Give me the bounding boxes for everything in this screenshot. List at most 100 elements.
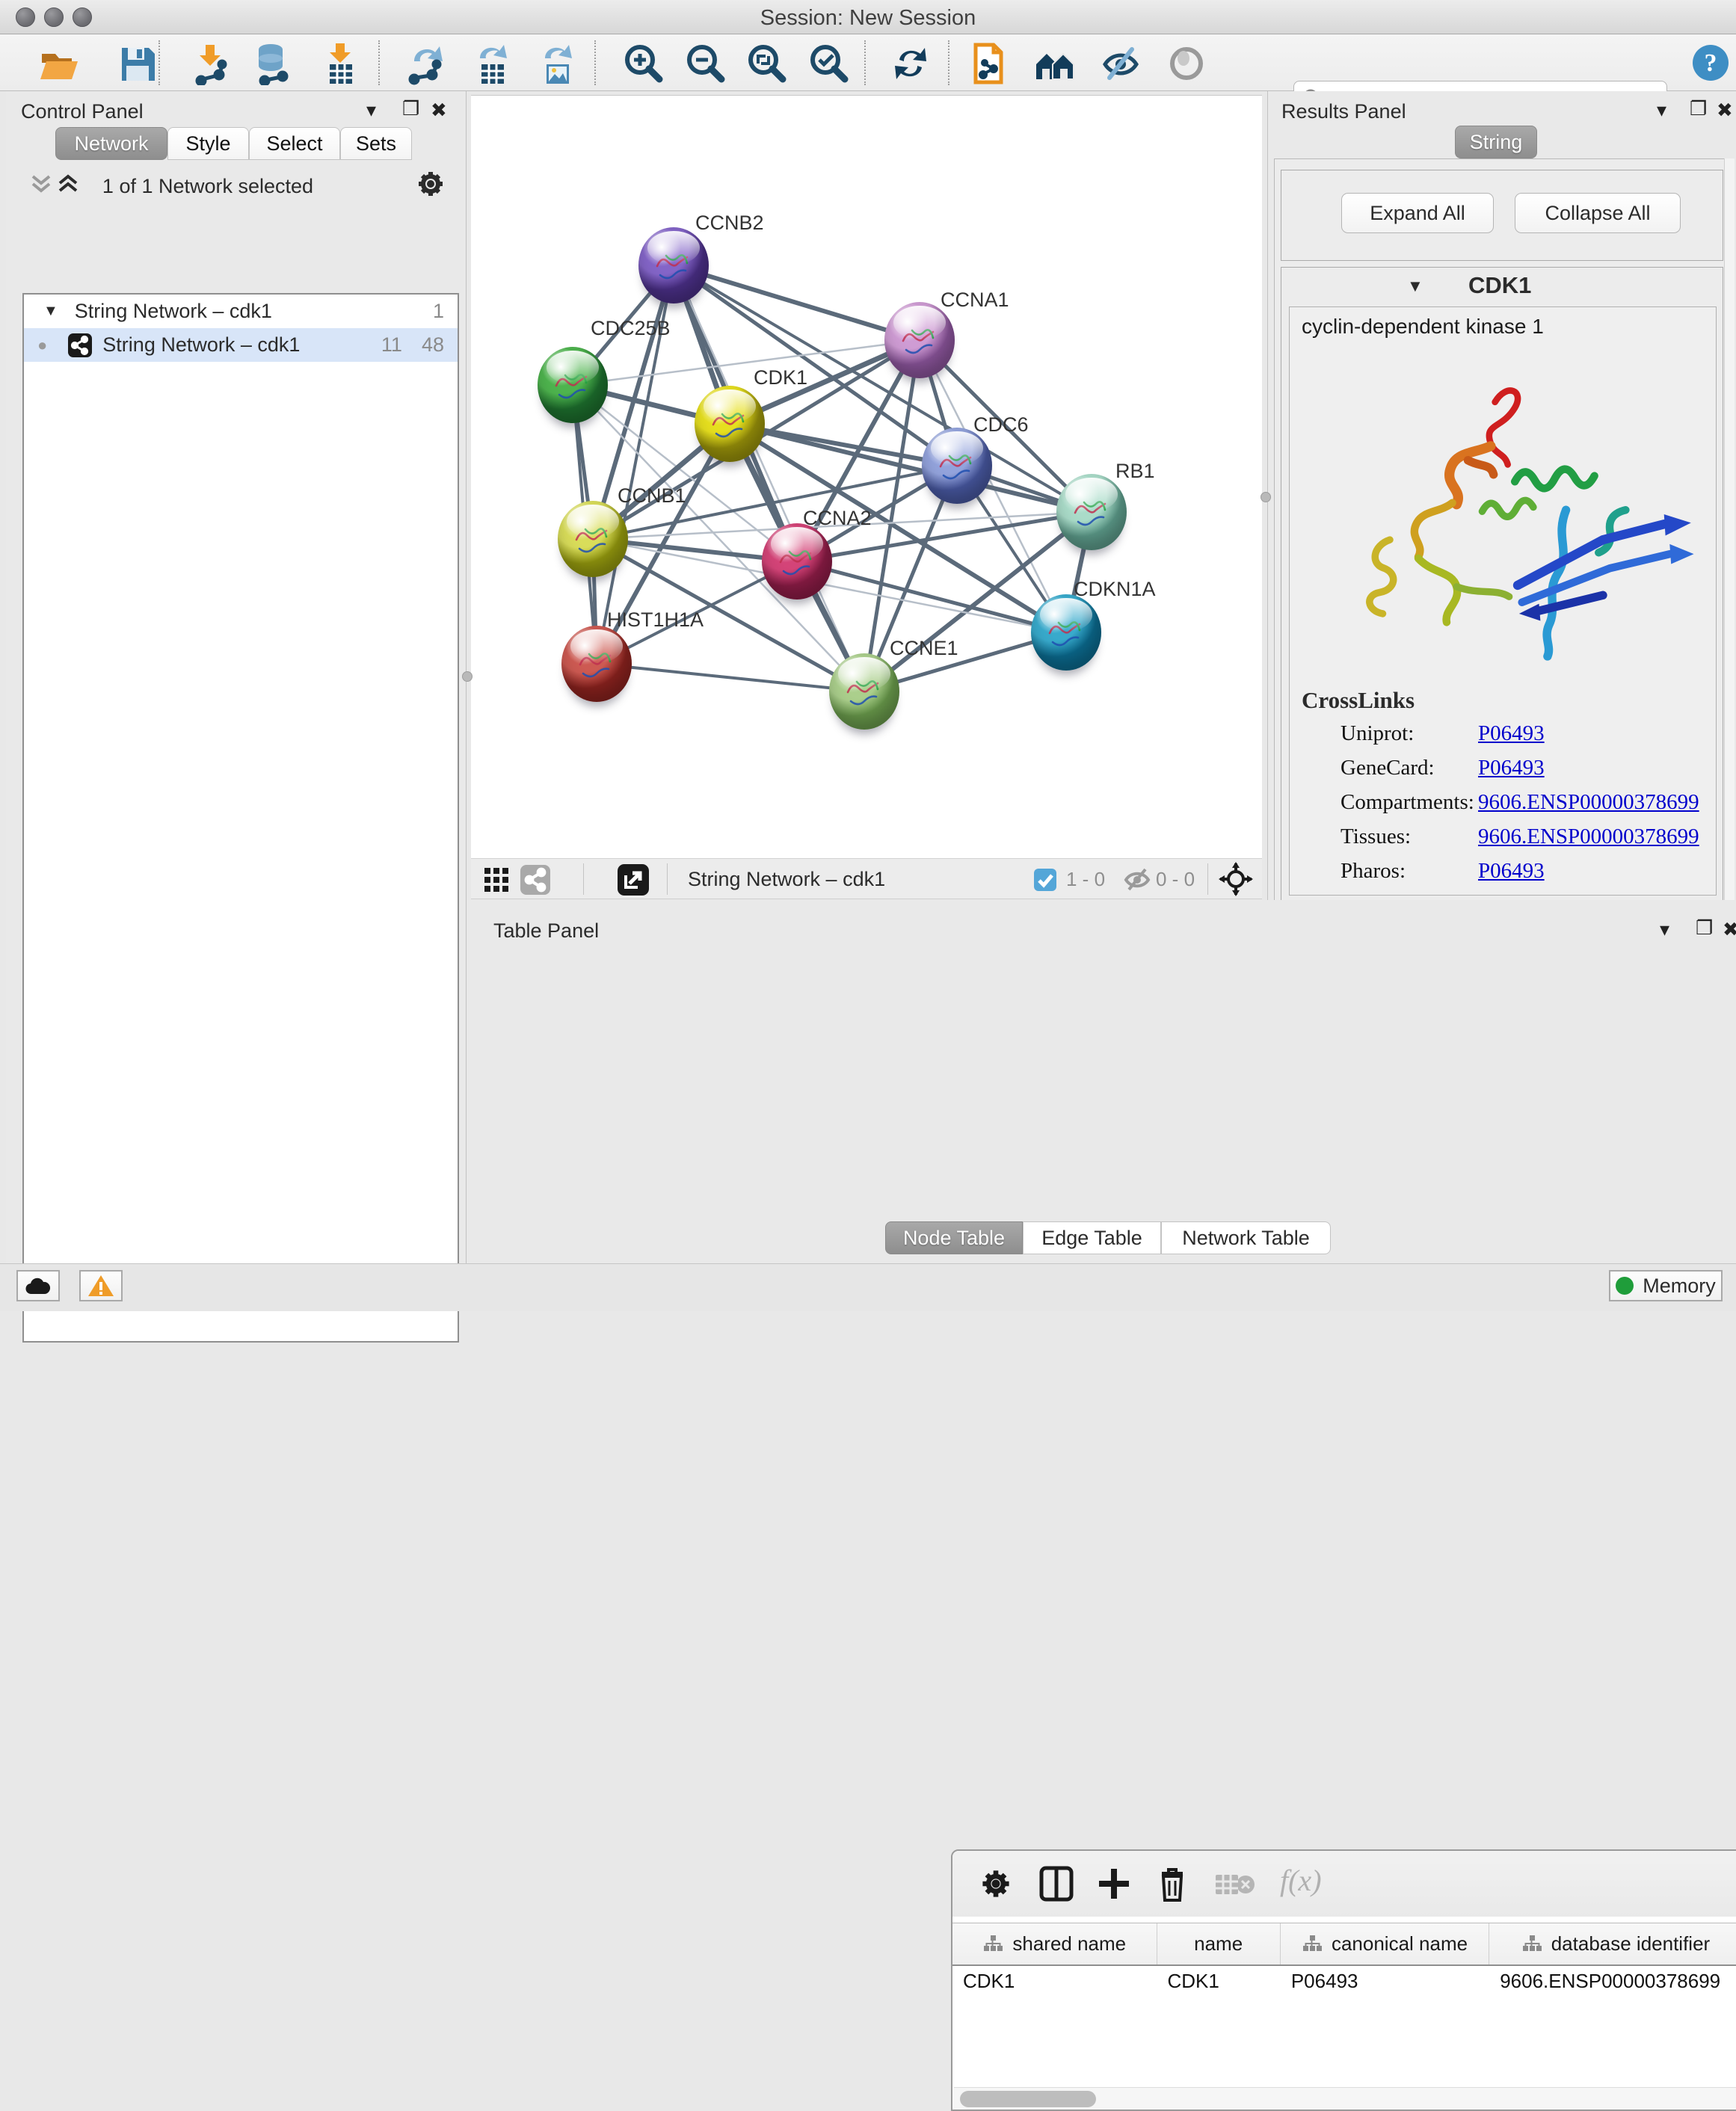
refresh-layout-button[interactable]	[889, 42, 932, 85]
crosslink-link[interactable]: P06493	[1478, 859, 1545, 884]
delete-column-icon[interactable]	[1156, 1864, 1189, 1903]
column-header-shared-name[interactable]: shared name	[952, 1923, 1157, 1964]
import-network-database-button[interactable]	[251, 42, 295, 85]
import-network-file-button[interactable]	[189, 42, 233, 85]
node-CCNA2[interactable]	[762, 523, 832, 600]
cloud-status-button[interactable]	[16, 1270, 60, 1301]
panel-menu-icon[interactable]: ▾	[366, 99, 376, 121]
show-columns-icon[interactable]	[1039, 1866, 1074, 1902]
save-session-button[interactable]	[116, 42, 159, 85]
node-CDK1[interactable]	[695, 386, 765, 462]
memory-ok-dot	[1616, 1277, 1634, 1295]
open-session-button[interactable]	[37, 42, 81, 85]
crosslink-row: Uniprot: P06493	[1290, 721, 1717, 756]
panel-menu-icon[interactable]: ▾	[1660, 918, 1669, 940]
export-image-button[interactable]	[536, 42, 579, 85]
node-CCNB1[interactable]	[558, 501, 628, 577]
fit-crosshair-icon[interactable]	[1219, 862, 1253, 896]
crosslink-link[interactable]: 9606.ENSP00000378699	[1478, 790, 1699, 815]
cell-database-identifier[interactable]: 9606.ENSP00000378699	[1489, 1966, 1736, 1999]
cell-name[interactable]: CDK1	[1157, 1966, 1280, 1999]
crosslink-label: Uniprot:	[1341, 721, 1414, 746]
tab-network-table[interactable]: Network Table	[1161, 1221, 1331, 1254]
export-table-button[interactable]	[471, 42, 514, 85]
node-CDC6[interactable]	[922, 428, 992, 504]
tab-node-table[interactable]: Node Table	[885, 1221, 1023, 1254]
tab-select[interactable]: Select	[249, 127, 340, 160]
table-horizontal-scrollbar[interactable]	[954, 2087, 1736, 2110]
tab-network[interactable]: Network	[55, 127, 167, 160]
cell-shared-name[interactable]: CDK1	[952, 1966, 1157, 1999]
network-view-icon[interactable]	[520, 865, 550, 895]
node-label-CDK1: CDK1	[754, 366, 807, 389]
node-CCNE1[interactable]	[829, 653, 899, 730]
network-view-title: String Network – cdk1	[688, 868, 885, 891]
zoom-fit-button[interactable]	[744, 42, 787, 85]
zoom-in-button[interactable]	[621, 42, 664, 85]
zoom-out-button[interactable]	[683, 42, 726, 85]
column-header-name[interactable]: name	[1157, 1923, 1281, 1964]
show-eye-button[interactable]	[1165, 42, 1208, 85]
edge-CCNB2-CCNA1[interactable]	[674, 265, 920, 340]
panel-menu-icon[interactable]: ▾	[1657, 99, 1666, 121]
tab-style[interactable]: Style	[167, 127, 249, 160]
hscroll-thumb[interactable]	[960, 2091, 1096, 2107]
panel-close-icon[interactable]: ✖	[431, 99, 447, 121]
table-row[interactable]: CDK1CDK1P064939606.ENSP00000378699cyclin…	[952, 1966, 1736, 1999]
file-network-button[interactable]	[967, 42, 1010, 85]
network-tree: ▼ String Network – cdk1 1 ● String Netwo…	[22, 293, 459, 1343]
node-CDKN1A[interactable]	[1031, 594, 1101, 671]
crosslink-label: Pharos:	[1341, 859, 1406, 884]
left-splitter-handle[interactable]	[462, 671, 473, 682]
tab-sets[interactable]: Sets	[340, 127, 412, 160]
protein-structure-image[interactable]	[1305, 357, 1702, 671]
network-options-gear-icon[interactable]	[416, 169, 446, 199]
network-canvas[interactable]: CCNB2CCNA1CDC25BCDK1CDC6RB1CCNB1CCNA2CDK…	[471, 95, 1262, 858]
cell-canonical-name[interactable]: P06493	[1281, 1966, 1489, 1999]
selected-checkbox-icon[interactable]	[1033, 868, 1057, 892]
node-HIST1H1A[interactable]	[561, 626, 632, 702]
memory-status-button[interactable]: Memory	[1609, 1270, 1723, 1301]
panel-float-icon[interactable]: ❐	[1690, 97, 1707, 120]
expand-all-button[interactable]: Expand All	[1341, 193, 1494, 233]
node-RB1[interactable]	[1056, 474, 1127, 550]
node-CCNA1[interactable]	[884, 302, 955, 378]
detach-view-icon[interactable]	[618, 864, 649, 896]
warning-status-button[interactable]	[79, 1270, 123, 1301]
column-header-database-identifier[interactable]: database identifier	[1489, 1923, 1736, 1964]
network-collection-row[interactable]: ▼ String Network – cdk1 1	[24, 295, 458, 328]
results-panel-title: Results Panel	[1281, 100, 1406, 123]
table-options-gear-icon[interactable]	[979, 1867, 1012, 1900]
crosslink-link[interactable]: P06493	[1478, 756, 1545, 780]
add-column-icon[interactable]	[1096, 1866, 1132, 1902]
export-network-button[interactable]	[404, 42, 447, 85]
import-table-button[interactable]	[319, 42, 363, 85]
network-row[interactable]: ● String Network – cdk1 11 48	[24, 328, 458, 362]
panel-float-icon[interactable]: ❐	[1696, 916, 1713, 939]
tab-edge-table[interactable]: Edge Table	[1023, 1221, 1161, 1254]
node-CDC25B[interactable]	[538, 347, 608, 423]
tab-string[interactable]: String	[1455, 126, 1537, 158]
hide-eye-button[interactable]	[1099, 42, 1142, 85]
node-CCNB2[interactable]	[638, 227, 709, 303]
panel-close-icon[interactable]: ✖	[1723, 918, 1736, 940]
table-panel-title: Table Panel	[493, 919, 599, 943]
zoom-selected-button[interactable]	[806, 42, 849, 85]
column-header-canonical-name[interactable]: canonical name	[1281, 1923, 1489, 1964]
right-splitter-handle[interactable]	[1261, 492, 1271, 502]
titlebar: Session: New Session	[0, 0, 1736, 34]
results-vertical-scrollbar[interactable]	[1724, 158, 1735, 915]
entry-collapse-icon[interactable]: ▼	[1407, 277, 1423, 296]
panel-close-icon[interactable]: ✖	[1717, 99, 1733, 121]
crosslink-link[interactable]: P06493	[1478, 721, 1545, 746]
collection-expand-icon[interactable]: ▼	[43, 303, 58, 320]
home-pages-button[interactable]	[1033, 42, 1077, 85]
help-button[interactable]: ?	[1691, 43, 1730, 82]
node-table-box: f(x) shared namenamecanonical namedataba…	[951, 1849, 1736, 2111]
edge-CDK1-RB1[interactable]	[730, 424, 1092, 512]
grid-view-icon[interactable]	[483, 866, 510, 893]
column-network-icon	[982, 1935, 1003, 1954]
collapse-all-button[interactable]: Collapse All	[1515, 193, 1681, 233]
crosslink-link[interactable]: 9606.ENSP00000378699	[1478, 825, 1699, 849]
panel-float-icon[interactable]: ❐	[402, 97, 419, 120]
